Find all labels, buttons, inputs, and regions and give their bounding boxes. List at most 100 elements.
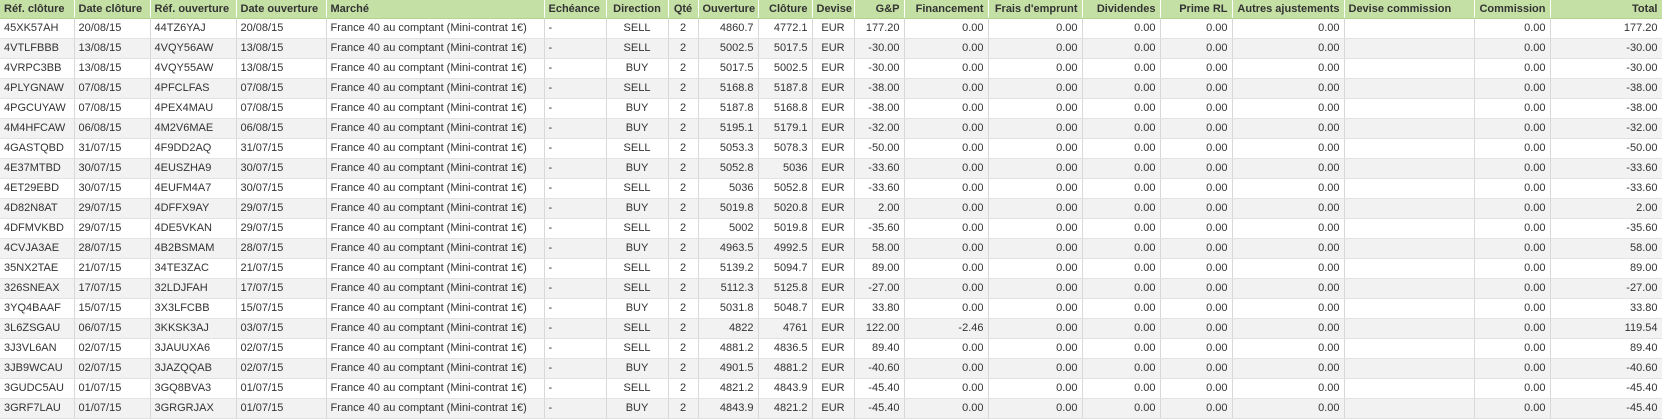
table-cell: 0.00 bbox=[1160, 238, 1233, 259]
column-header[interactable]: Marché bbox=[326, 0, 545, 19]
table-cell: 0.00 bbox=[904, 138, 989, 159]
table-cell: 0.00 bbox=[1082, 158, 1161, 179]
column-header[interactable]: Frais d'emprunt bbox=[988, 0, 1083, 19]
table-row[interactable]: 35NX2TAE 21/07/15 34TE3ZAC 21/07/15 France 4… bbox=[0, 258, 1662, 279]
table-cell: 30/07/15 bbox=[236, 178, 327, 199]
table-cell: 2.00 bbox=[1550, 198, 1662, 219]
table-cell: BUY bbox=[606, 398, 669, 419]
column-header[interactable]: Autres ajustements bbox=[1232, 0, 1345, 19]
table-cell: 13/08/15 bbox=[74, 58, 151, 79]
table-cell: 2 bbox=[668, 18, 699, 39]
table-cell: 0.00 bbox=[904, 178, 989, 199]
table-cell: 4881.2 bbox=[698, 338, 759, 359]
table-cell: France 40 au comptant (Mini-contrat 1€) bbox=[326, 158, 545, 179]
table-cell: -30.00 bbox=[854, 58, 905, 79]
table-cell: 4963.5 bbox=[698, 238, 759, 259]
table-row[interactable]: 4PLYGNAW 07/08/15 4PFCLFAS 07/08/15 France 4… bbox=[0, 78, 1662, 99]
table-cell: 0.00 bbox=[1082, 58, 1161, 79]
table-cell: 119.54 bbox=[1550, 318, 1662, 339]
table-cell: 0.00 bbox=[904, 78, 989, 99]
table-cell: 0.00 bbox=[1232, 158, 1345, 179]
table-row[interactable]: 4M4HFCAW 06/08/15 4M2V6MAE 06/08/15 France 4… bbox=[0, 118, 1662, 139]
table-row[interactable]: 4CVJA3AE 28/07/15 4B2BSMAM 28/07/15 France 4… bbox=[0, 238, 1662, 259]
table-row[interactable]: 4DFMVKBD 29/07/15 4DE5VKAN 29/07/15 France 4… bbox=[0, 218, 1662, 239]
table-cell: 0.00 bbox=[1160, 38, 1233, 59]
column-header[interactable]: Devise commission bbox=[1344, 0, 1475, 19]
table-row[interactable]: 3GRF7LAU 01/07/15 3GRGRJAX 01/07/15 France 4… bbox=[0, 398, 1662, 419]
table-row[interactable]: 4VTLFBBB 13/08/15 4VQY56AW 13/08/15 France 4… bbox=[0, 38, 1662, 59]
table-cell: 0.00 bbox=[1160, 398, 1233, 419]
table-cell: 3YQ4BAAF bbox=[0, 298, 75, 319]
column-header[interactable]: Devise bbox=[812, 0, 855, 19]
table-cell: 0.00 bbox=[1082, 138, 1161, 159]
table-cell: 0.00 bbox=[1160, 358, 1233, 379]
table-cell: 4VQY56AW bbox=[150, 38, 237, 59]
table-cell: EUR bbox=[812, 358, 855, 379]
table-cell: 0.00 bbox=[904, 338, 989, 359]
table-cell: EUR bbox=[812, 38, 855, 59]
table-row[interactable]: 4VRPC3BB 13/08/15 4VQY55AW 13/08/15 France 4… bbox=[0, 58, 1662, 79]
table-row[interactable]: 3GUDC5AU 01/07/15 3GQ8BVA3 01/07/15 France 4… bbox=[0, 378, 1662, 399]
column-header[interactable]: Ouverture bbox=[698, 0, 759, 19]
table-cell: 4M2V6MAE bbox=[150, 118, 237, 139]
table-cell: 0.00 bbox=[988, 118, 1083, 139]
table-cell: 0.00 bbox=[1160, 98, 1233, 119]
table-cell: 0.00 bbox=[904, 278, 989, 299]
table-cell: 4VRPC3BB bbox=[0, 58, 75, 79]
table-cell: 89.00 bbox=[1550, 258, 1662, 279]
column-header[interactable]: Date ouverture bbox=[236, 0, 327, 19]
table-cell: 0.00 bbox=[1082, 318, 1161, 339]
table-cell: 0.00 bbox=[1232, 298, 1345, 319]
table-row[interactable]: 4GASTQBD 31/07/15 4F9DD2AQ 31/07/15 France 4… bbox=[0, 138, 1662, 159]
table-row[interactable]: 326SNEAX 17/07/15 32LDJFAH 17/07/15 France 4… bbox=[0, 278, 1662, 299]
table-cell: -50.00 bbox=[854, 138, 905, 159]
column-header[interactable]: Echéance bbox=[544, 0, 607, 19]
table-cell bbox=[1344, 138, 1475, 159]
table-cell: 0.00 bbox=[1232, 238, 1345, 259]
column-header[interactable]: G&P bbox=[854, 0, 905, 19]
table-row[interactable]: 3YQ4BAAF 15/07/15 3X3LFCBB 15/07/15 France 4… bbox=[0, 298, 1662, 319]
table-cell: 0.00 bbox=[988, 298, 1083, 319]
column-header[interactable]: Financement bbox=[904, 0, 989, 19]
table-row[interactable]: 45XK57AH 20/08/15 44TZ6YAJ 20/08/15 France 4… bbox=[0, 18, 1662, 39]
table-cell: France 40 au comptant (Mini-contrat 1€) bbox=[326, 118, 545, 139]
column-header[interactable]: Date clôture bbox=[74, 0, 151, 19]
table-cell: France 40 au comptant (Mini-contrat 1€) bbox=[326, 98, 545, 119]
table-cell: 33.80 bbox=[854, 298, 905, 319]
column-header[interactable]: Total bbox=[1550, 0, 1662, 19]
column-header[interactable]: Qté bbox=[668, 0, 699, 19]
table-cell: - bbox=[544, 398, 607, 419]
table-cell: -45.40 bbox=[854, 398, 905, 419]
column-header[interactable]: Direction bbox=[606, 0, 669, 19]
table-row[interactable]: 3JB9WCAU 02/07/15 3JAZQQAB 02/07/15 France 4… bbox=[0, 358, 1662, 379]
table-row[interactable]: 3L6ZSGAU 06/07/15 3KKSK3AJ 03/07/15 France 4… bbox=[0, 318, 1662, 339]
column-header[interactable]: Clôture bbox=[758, 0, 813, 19]
table-row[interactable]: 3J3VL6AN 02/07/15 3JAUUXA6 02/07/15 France 4… bbox=[0, 338, 1662, 359]
table-cell: 0.00 bbox=[1082, 198, 1161, 219]
table-row[interactable]: 4D82N8AT 29/07/15 4DFFX9AY 29/07/15 France 4… bbox=[0, 198, 1662, 219]
table-cell: -40.60 bbox=[854, 358, 905, 379]
table-cell: 3JB9WCAU bbox=[0, 358, 75, 379]
table-cell: France 40 au comptant (Mini-contrat 1€) bbox=[326, 18, 545, 39]
table-cell: -35.60 bbox=[1550, 218, 1662, 239]
column-header[interactable]: Dividendes bbox=[1082, 0, 1161, 19]
table-cell: 3GRF7LAU bbox=[0, 398, 75, 419]
table-cell: 29/07/15 bbox=[74, 218, 151, 239]
table-cell: 2 bbox=[668, 78, 699, 99]
table-cell: France 40 au comptant (Mini-contrat 1€) bbox=[326, 398, 545, 419]
table-cell: 13/08/15 bbox=[236, 38, 327, 59]
column-header[interactable]: Réf. clôture bbox=[0, 0, 75, 19]
table-row[interactable]: 4ET29EBD 30/07/15 4EUFM4A7 30/07/15 France 4… bbox=[0, 178, 1662, 199]
table-cell: 0.00 bbox=[1160, 338, 1233, 359]
table-cell: SELL bbox=[606, 218, 669, 239]
column-header[interactable]: Commission bbox=[1474, 0, 1551, 19]
table-cell: 5019.8 bbox=[758, 218, 813, 239]
table-cell: 2 bbox=[668, 178, 699, 199]
table-row[interactable]: 4PGCUYAW 07/08/15 4PEX4MAU 07/08/15 France 4… bbox=[0, 98, 1662, 119]
table-cell: 0.00 bbox=[1160, 138, 1233, 159]
table-cell: France 40 au comptant (Mini-contrat 1€) bbox=[326, 338, 545, 359]
column-header[interactable]: Prime RL bbox=[1160, 0, 1233, 19]
table-cell: 5053.3 bbox=[698, 138, 759, 159]
column-header[interactable]: Réf. ouverture bbox=[150, 0, 237, 19]
table-row[interactable]: 4E37MTBD 30/07/15 4EUSZHA9 30/07/15 France 4… bbox=[0, 158, 1662, 179]
